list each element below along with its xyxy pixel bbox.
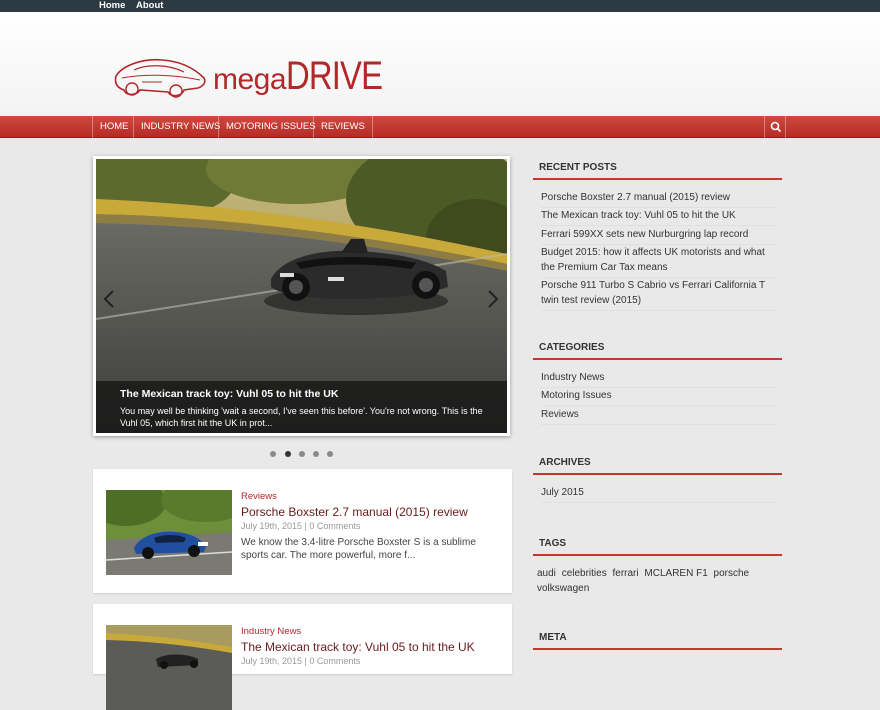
post-comments[interactable]: 0 Comments — [309, 521, 360, 531]
slide-caption-text: You may well be thinking 'wait a second,… — [120, 406, 483, 428]
recent-posts-list: Porsche Boxster 2.7 manual (2015) review… — [541, 189, 777, 311]
post-card: Industry News The Mexican track toy: Vuh… — [93, 604, 512, 710]
categories-list: Industry News Motoring Issues Reviews — [541, 369, 777, 425]
recent-post-link[interactable]: The Mexican track toy: Vuhl 05 to hit th… — [541, 208, 777, 226]
top-link-about[interactable]: About — [136, 0, 163, 12]
main-nav: HOME INDUSTRY NEWS MOTORING ISSUES REVIE… — [0, 116, 880, 138]
tag-link[interactable]: audi — [537, 568, 556, 579]
site-header: megaDRIVE — [0, 12, 880, 116]
slider-dot[interactable] — [270, 451, 276, 457]
post-comments[interactable]: 0 Comments — [309, 656, 360, 666]
post-date: July 19th, 2015 — [241, 656, 303, 666]
post-title[interactable]: The Mexican track toy: Vuhl 05 to hit th… — [241, 640, 475, 654]
widget-title-recent-posts: RECENT POSTS — [533, 162, 782, 180]
nav-item-motoring-issues[interactable]: MOTORING ISSUES — [218, 116, 323, 138]
widget-title-tags: TAGS — [533, 538, 782, 556]
nav-item-reviews[interactable]: REVIEWS — [313, 116, 373, 138]
nav-item-home[interactable]: HOME — [92, 116, 136, 138]
recent-post-link[interactable]: Porsche Boxster 2.7 manual (2015) review — [541, 189, 777, 208]
recent-post-link[interactable]: Budget 2015: how it affects UK motorists… — [541, 245, 777, 278]
post-thumbnail[interactable] — [106, 490, 232, 575]
category-link[interactable]: Reviews — [541, 406, 777, 425]
slider-dot-active[interactable] — [285, 451, 291, 457]
archives-list: July 2015 — [541, 484, 777, 503]
archive-link[interactable]: July 2015 — [541, 484, 777, 503]
widget-title-archives: ARCHIVES — [533, 457, 782, 475]
post-date: July 19th, 2015 — [241, 521, 303, 531]
post-thumbnail[interactable] — [106, 625, 232, 710]
recent-post-link[interactable]: Porsche 911 Turbo S Cabrio vs Ferrari Ca… — [541, 278, 777, 311]
slider-dot[interactable] — [299, 451, 305, 457]
post-category[interactable]: Reviews — [241, 491, 277, 502]
slider-dots — [270, 451, 340, 459]
site-logo-text[interactable]: megaDRIVE — [213, 56, 403, 100]
post-category[interactable]: Industry News — [241, 626, 301, 637]
logo-mega: mega — [213, 63, 287, 96]
slider-prev-icon[interactable] — [101, 289, 117, 309]
post-excerpt: We know the 3.4-litre Porsche Boxster S … — [241, 537, 476, 561]
car-logo-icon[interactable] — [112, 48, 212, 108]
tag-link[interactable]: celebrities — [562, 568, 607, 579]
tag-link[interactable]: porsche — [714, 568, 750, 579]
post-card: Reviews Porsche Boxster 2.7 manual (2015… — [93, 469, 512, 593]
featured-slider: The Mexican track toy: Vuhl 05 to hit th… — [93, 156, 510, 436]
slide-caption-title[interactable]: The Mexican track toy: Vuhl 05 to hit th… — [120, 387, 493, 401]
category-link[interactable]: Industry News — [541, 369, 777, 388]
tag-link[interactable]: MCLAREN F1 — [644, 568, 707, 579]
slide-caption[interactable]: The Mexican track toy: Vuhl 05 to hit th… — [96, 381, 507, 433]
slider-dot[interactable] — [327, 451, 333, 457]
category-link[interactable]: Motoring Issues — [541, 388, 777, 406]
widget-title-categories: CATEGORIES — [533, 342, 782, 360]
logo-drive: DRIVE — [286, 54, 383, 98]
nav-item-industry-news[interactable]: INDUSTRY NEWS — [133, 116, 227, 138]
top-bar: Home About — [0, 0, 880, 12]
slider-dot[interactable] — [313, 451, 319, 457]
post-meta: July 19th, 2015 | 0 Comments — [241, 521, 361, 531]
post-title[interactable]: Porsche Boxster 2.7 manual (2015) review — [241, 505, 468, 519]
top-link-home[interactable]: Home — [99, 0, 125, 12]
tag-link[interactable]: ferrari — [613, 568, 639, 579]
tag-link[interactable]: volkswagen — [537, 583, 589, 594]
recent-post-link[interactable]: Ferrari 599XX sets new Nurburgring lap r… — [541, 226, 777, 245]
slider-next-icon[interactable] — [485, 289, 501, 309]
search-icon — [770, 121, 782, 133]
tag-cloud: audi celebrities ferrari MCLAREN F1 pors… — [537, 566, 777, 596]
post-meta: July 19th, 2015 | 0 Comments — [241, 656, 361, 666]
widget-title-meta: META — [533, 632, 782, 650]
nav-search-button[interactable] — [764, 116, 786, 138]
